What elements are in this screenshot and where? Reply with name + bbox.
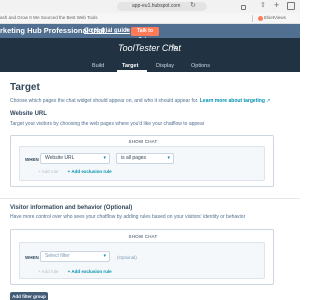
lock-icon	[241, 5, 246, 10]
website-url-operator-select[interactable]: is all pages ▾	[116, 153, 174, 164]
website-url-rule-card: SHOW CHAT WHEN Website URL ▾ is all page…	[10, 135, 274, 187]
tab-build[interactable]: Build	[92, 62, 104, 70]
target-description-text: Choose which pages the chat widget shoul…	[10, 98, 199, 104]
visitor-filter-select[interactable]: Select filter ▾	[40, 251, 110, 262]
external-link-icon: ↗	[124, 28, 130, 34]
add-rule-button[interactable]: + Add rule	[38, 269, 58, 274]
tab-options[interactable]: Options	[191, 62, 210, 70]
add-rule-button[interactable]: + Add rule	[38, 169, 58, 174]
rule-actions: + Add rule + Add exclusion rule	[38, 269, 112, 274]
website-url-description: Target your visitors by choosing the web…	[10, 121, 205, 127]
share-icon[interactable]: ⇧	[260, 1, 266, 9]
website-url-heading: Website URL	[10, 111, 47, 117]
rule-group: WHEN Select filter ▾ (Optional) + Add ru…	[19, 242, 265, 279]
section-heading-target: Target	[10, 82, 40, 93]
chevron-down-icon: ▾	[103, 253, 106, 259]
talk-to-sales-button[interactable]: Talk to Sales	[131, 27, 159, 43]
visitor-rule-card: SHOW CHAT WHEN Select filter ▾ (Optional…	[10, 229, 274, 285]
tab-overview-icon[interactable]	[287, 2, 295, 10]
browser-url-bar: app-eu1.hubspot.com ↻ ⇧ +	[0, 0, 300, 13]
chevron-down-icon: ▾	[167, 155, 170, 161]
new-tab-icon[interactable]: +	[274, 0, 279, 10]
favicon-icon	[258, 16, 263, 21]
optional-hint: (Optional)	[117, 255, 137, 260]
section-divider	[0, 198, 300, 199]
bookmark-item-right[interactable]: ElsetViews	[264, 14, 286, 22]
when-label: WHEN	[25, 157, 39, 162]
show-chat-label: SHOW CHAT	[128, 234, 158, 239]
when-label: WHEN	[25, 255, 39, 260]
show-chat-label: SHOW CHAT	[128, 139, 158, 144]
tab-display[interactable]: Display	[156, 62, 174, 70]
editor-header: ToolTester Chat ✎ Build Target Display O…	[0, 38, 300, 72]
select-placeholder: Select filter	[45, 253, 70, 259]
bookmarks-bar: ash and Grow It We Sourced the Best Web …	[0, 13, 300, 24]
visitor-info-description: Have more control over who sees your cha…	[10, 214, 246, 220]
target-description: Choose which pages the chat widget shoul…	[10, 98, 270, 105]
bookmark-item[interactable]: ash and Grow It We Sourced the Best Web …	[0, 14, 98, 22]
add-filter-group-button[interactable]: Add filter group	[10, 292, 48, 300]
active-tab-indicator	[117, 70, 147, 72]
select-value: Website URL	[45, 155, 75, 161]
add-exclusion-rule-button[interactable]: + Add exclusion rule	[68, 269, 112, 274]
edit-pencil-icon[interactable]: ✎	[171, 42, 178, 54]
visitor-info-heading: Visitor information and behavior (Option…	[10, 205, 133, 211]
rule-actions: + Add rule + Add exclusion rule	[38, 169, 112, 174]
learn-more-link[interactable]: Learn more about targeting	[200, 98, 265, 104]
rule-group: WHEN Website URL ▾ is all pages ▾ + Add …	[19, 146, 265, 181]
trial-banner: rketing Hub Professional trial. Go to tr…	[0, 24, 300, 43]
tab-target[interactable]: Target	[122, 62, 138, 70]
select-value: is all pages	[121, 155, 147, 161]
website-url-field-select[interactable]: Website URL ▾	[40, 153, 110, 164]
bookmark-separator	[252, 15, 253, 22]
chevron-down-icon: ▾	[103, 155, 106, 161]
url-text: app-eu1.hubspot.com	[132, 3, 181, 9]
add-exclusion-rule-button[interactable]: + Add exclusion rule	[68, 169, 112, 174]
refresh-icon[interactable]: ↻	[190, 1, 196, 9]
external-link-icon: ↗	[266, 98, 271, 104]
